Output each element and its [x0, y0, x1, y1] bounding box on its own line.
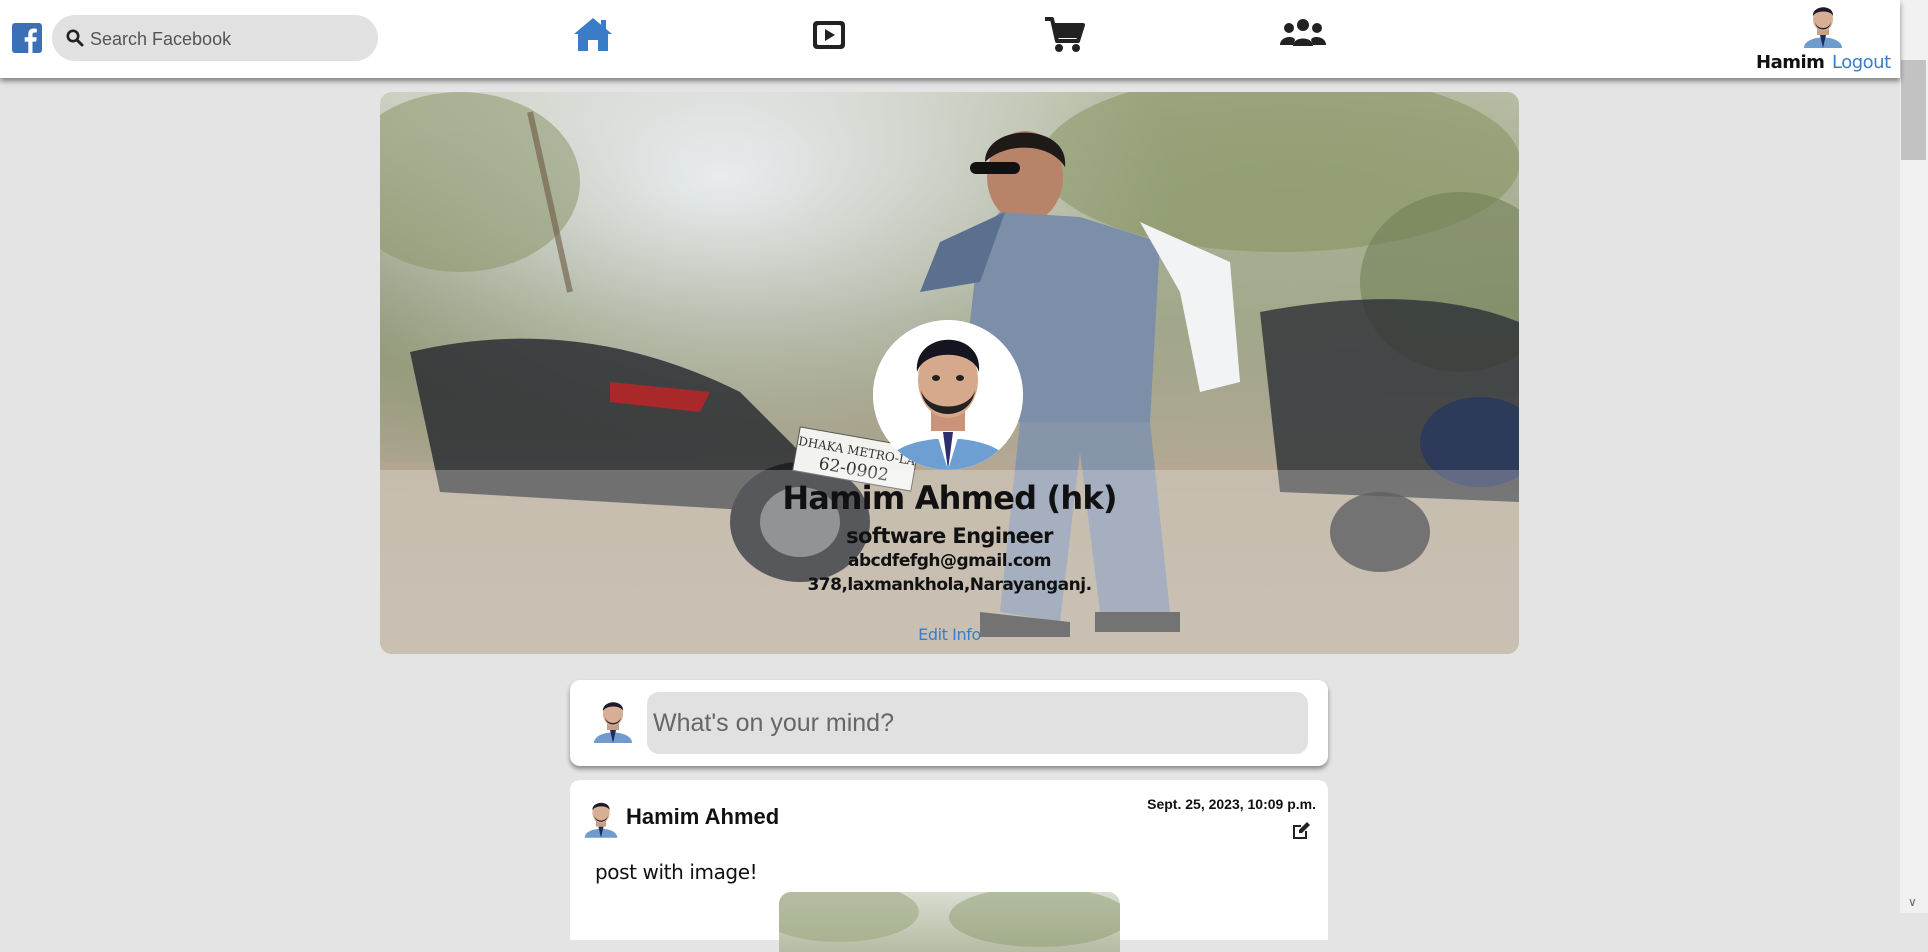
profile-job-title: software Engineer: [846, 524, 1053, 548]
post-card: Hamim Ahmed Sept. 25, 2023, 10:09 p.m. p…: [570, 780, 1328, 952]
cart-icon[interactable]: [1042, 16, 1088, 60]
scroll-down-icon[interactable]: ∨: [1908, 895, 1917, 909]
profile-name: Hamim Ahmed (hk): [782, 479, 1117, 517]
home-icon[interactable]: [570, 16, 616, 60]
video-icon[interactable]: [806, 16, 852, 60]
post-timestamp: Sept. 25, 2023, 10:09 p.m.: [1147, 796, 1316, 812]
profile-cover: DHAKA METRO-LA 62-0902 Hamim Ahmed (hk) …: [380, 92, 1519, 654]
edit-info-link[interactable]: Edit Info: [918, 625, 981, 644]
profile-address: 378,laxmankhola,Narayanganj.: [807, 575, 1092, 595]
search-icon: [66, 29, 84, 47]
whats-on-your-mind-input[interactable]: [647, 692, 1308, 754]
search-bar: [52, 15, 378, 63]
user-avatar[interactable]: [1802, 2, 1844, 48]
composer-avatar: [592, 697, 634, 743]
user-menu: Hamim Logout: [1742, 0, 1891, 78]
post-text: post with image!: [595, 860, 758, 884]
profile-email: abcdfefgh@gmail.com: [848, 551, 1051, 571]
post-composer: [570, 680, 1328, 766]
profile-picture[interactable]: [873, 320, 1023, 470]
top-navbar: Hamim Logout: [0, 0, 1900, 78]
edit-post-icon[interactable]: [1290, 820, 1312, 847]
groups-icon[interactable]: [1280, 16, 1326, 60]
logout-link[interactable]: Logout: [1832, 52, 1891, 73]
facebook-logo-icon[interactable]: [12, 23, 42, 53]
search-input[interactable]: [88, 15, 372, 63]
post-author-name[interactable]: Hamim Ahmed: [626, 804, 779, 830]
page-scrollbar[interactable]: ∨: [1900, 0, 1928, 913]
edit-info-wrapper: Edit Info: [380, 625, 1519, 644]
scrollbar-thumb[interactable]: [1901, 60, 1926, 160]
user-name[interactable]: Hamim: [1756, 52, 1825, 73]
post-author-avatar[interactable]: [583, 798, 619, 838]
post-image[interactable]: [779, 892, 1120, 952]
